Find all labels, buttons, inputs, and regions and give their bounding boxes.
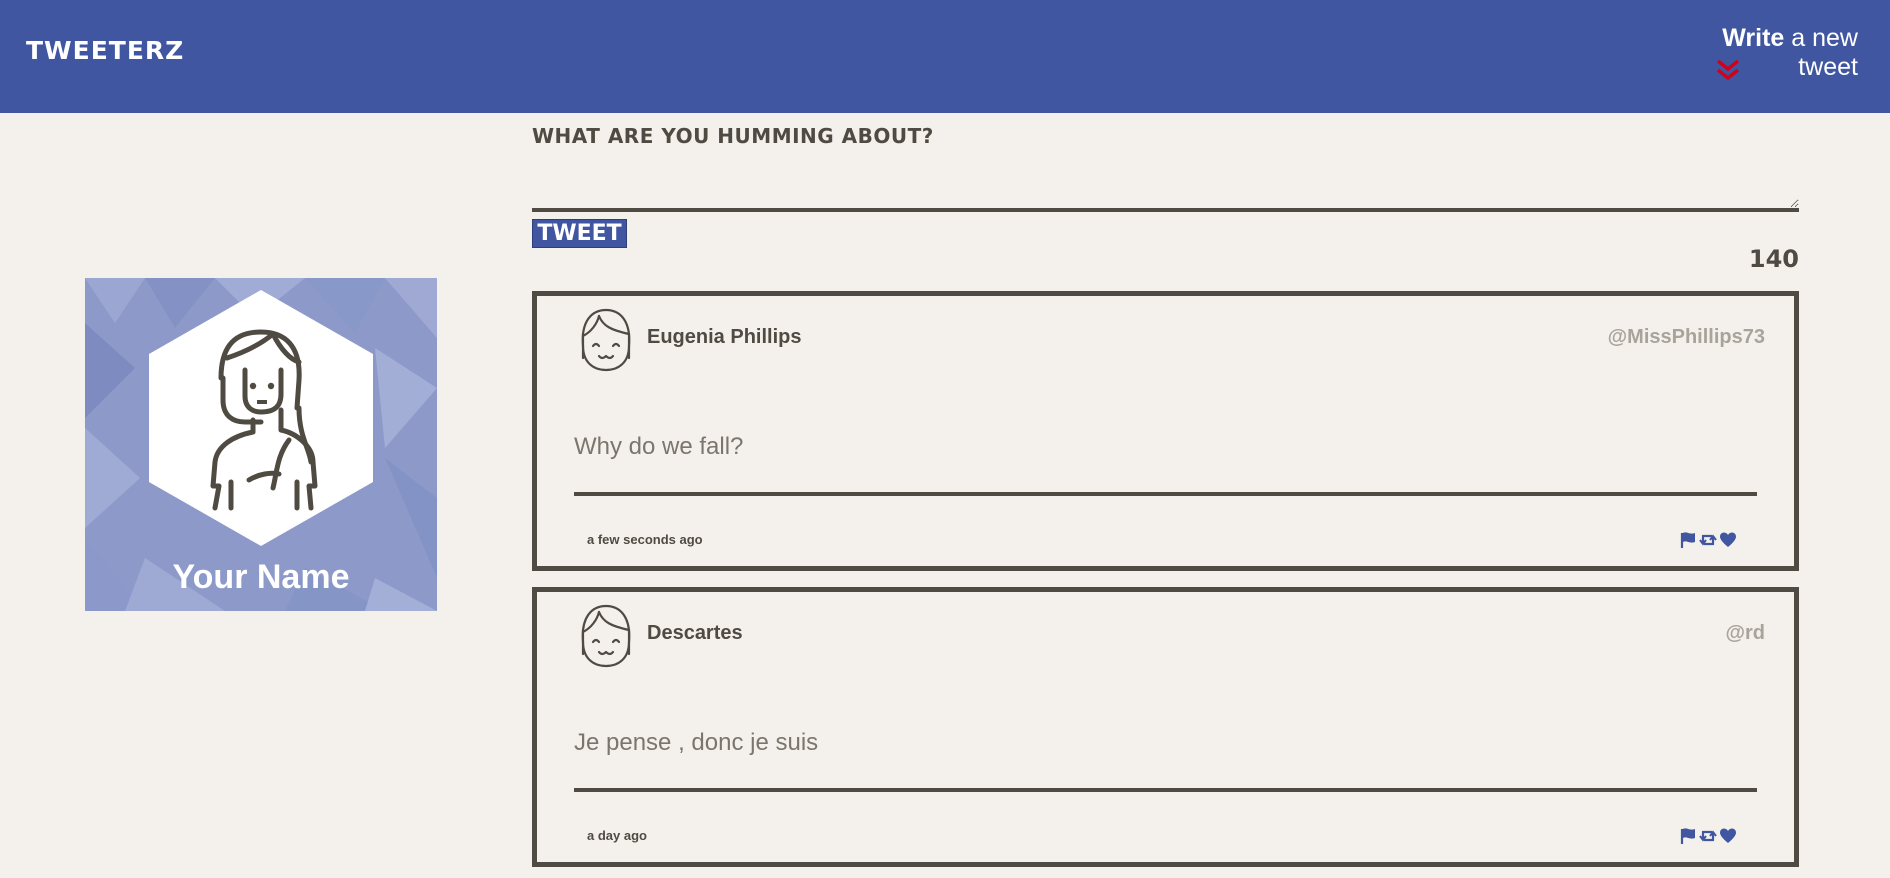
write-toggle-strong: Write — [1722, 24, 1785, 52]
tweet-actions — [1679, 827, 1737, 845]
tweet-avatar-icon — [581, 308, 631, 372]
tweet-divider — [574, 492, 1757, 496]
tweet-timestamp: a day ago — [587, 828, 647, 843]
tweet-avatar-icon — [581, 604, 631, 668]
tweet-textarea[interactable] — [532, 156, 1799, 212]
top-navbar: Tweeterz Write a new tweet — [0, 0, 1890, 113]
heart-icon[interactable] — [1719, 827, 1737, 845]
compose-label: What are you humming about? — [532, 124, 934, 148]
tweet-submit-button[interactable]: Tweet — [532, 219, 627, 248]
tweet-author-name: Descartes — [647, 622, 743, 644]
character-counter: 140 — [1748, 245, 1799, 273]
write-new-tweet-toggle[interactable]: Write a new tweet — [1658, 24, 1858, 84]
heart-icon[interactable] — [1719, 531, 1737, 549]
double-chevron-down-icon — [1716, 59, 1740, 81]
tweet-author-handle: @rd — [1725, 622, 1765, 644]
profile-card: Your Name — [85, 278, 437, 611]
flag-icon[interactable] — [1679, 827, 1697, 845]
tweet-card: Eugenia Phillips @MissPhillips73 Why do … — [532, 291, 1799, 571]
tweet-card: Descartes @rd Je pense , donc je suis a … — [532, 587, 1799, 867]
tweet-actions — [1679, 531, 1737, 549]
write-toggle-rest: a new tweet — [1784, 24, 1858, 81]
tweet-author-name: Eugenia Phillips — [647, 326, 802, 348]
tweet-content: Je pense , donc je suis — [574, 729, 819, 756]
tweet-timestamp: a few seconds ago — [587, 532, 703, 547]
tweet-content: Why do we fall? — [574, 433, 744, 460]
retweet-icon[interactable] — [1699, 827, 1717, 845]
profile-name: Your Name — [172, 558, 350, 596]
retweet-icon[interactable] — [1699, 531, 1717, 549]
flag-icon[interactable] — [1679, 531, 1697, 549]
compose-section: What are you humming about? Tweet 140 — [532, 118, 1799, 273]
tweet-author-handle: @MissPhillips73 — [1607, 326, 1765, 348]
brand-logo[interactable]: Tweeterz — [26, 36, 184, 65]
user-avatar-icon — [149, 290, 373, 546]
tweet-divider — [574, 788, 1757, 792]
